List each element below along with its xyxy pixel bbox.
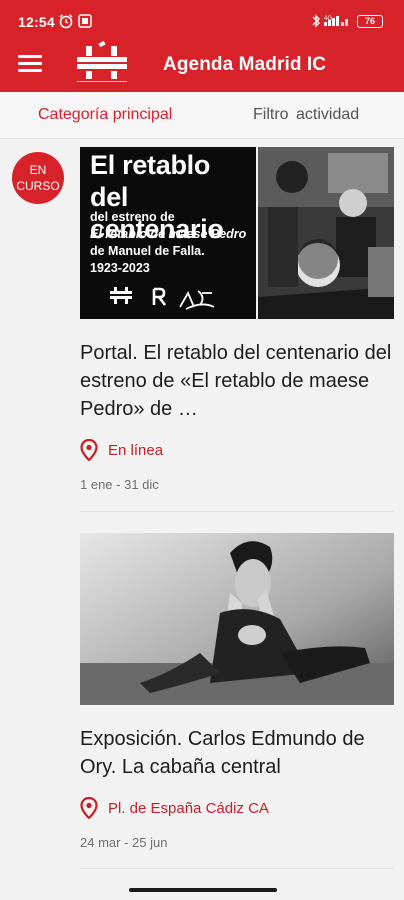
battery-icon: 76 bbox=[357, 15, 383, 28]
event-card[interactable]: Exposición. Carlos Edmundo de Ory. La ca… bbox=[80, 533, 394, 850]
tab-bar: Categoría principal Filtro actividad bbox=[0, 92, 404, 139]
notification-icon bbox=[78, 14, 92, 28]
event-location: En línea bbox=[80, 439, 394, 461]
instituto-cervantes-logo bbox=[77, 40, 127, 82]
event-image[interactable] bbox=[80, 533, 394, 705]
poster-logos bbox=[110, 287, 215, 310]
tab-categoria-principal[interactable]: Categoría principal bbox=[38, 106, 172, 124]
poster-sub-line: El retablo de maese Pedro bbox=[90, 227, 247, 241]
event-date: 1 ene - 31 dic bbox=[80, 477, 159, 492]
poster-title-line: El retablo bbox=[90, 150, 211, 180]
menu-icon-line bbox=[18, 62, 42, 65]
divider bbox=[80, 868, 394, 869]
app-bar: Agenda Madrid IC bbox=[0, 40, 404, 92]
alarm-icon bbox=[59, 14, 73, 29]
event-image[interactable]: El retablo del centenario del estreno de… bbox=[80, 147, 394, 319]
poster-sub-line: 1923-2023 bbox=[90, 261, 150, 275]
location-text: En línea bbox=[108, 442, 164, 459]
event-date: 24 mar - 25 jun bbox=[80, 835, 168, 850]
badge-line2: CURSO bbox=[16, 179, 60, 193]
event-title[interactable]: Exposición. Carlos Edmundo de Ory. La ca… bbox=[80, 725, 394, 781]
poster-panel: El retablo del centenario del estreno de… bbox=[80, 147, 256, 319]
menu-button[interactable] bbox=[18, 52, 42, 76]
status-time: 12:54 bbox=[18, 14, 55, 30]
location-pin-icon bbox=[80, 439, 98, 461]
badge-line1: EN bbox=[29, 163, 47, 177]
tab-filtro-actividad[interactable]: Filtro actividad bbox=[253, 106, 359, 124]
event-title[interactable]: Portal. El retablo del centenario del es… bbox=[80, 339, 394, 423]
battery-level: 76 bbox=[364, 16, 375, 26]
en-curso-badge: EN CURSO bbox=[12, 152, 64, 204]
poster-subtitle: del estreno de El retablo de maese Pedro… bbox=[90, 209, 246, 277]
bluetooth-icon bbox=[312, 14, 320, 28]
location-pin-icon bbox=[80, 797, 98, 819]
signal-icon: 4G bbox=[324, 16, 348, 26]
event-list[interactable]: EN CURSO El retablo del centenario del e… bbox=[0, 139, 404, 900]
event-photo bbox=[80, 533, 394, 705]
poster-sub-line: del estreno de bbox=[90, 210, 175, 224]
poster-photo bbox=[258, 147, 394, 319]
event-card[interactable]: El retablo del centenario del estreno de… bbox=[80, 147, 394, 492]
home-indicator[interactable] bbox=[129, 888, 277, 892]
menu-icon-line bbox=[18, 69, 42, 72]
event-location: Pl. de España Cádiz CA bbox=[80, 797, 394, 819]
app-title: Agenda Madrid IC bbox=[163, 54, 327, 75]
location-text: Pl. de España Cádiz CA bbox=[108, 800, 269, 817]
status-bar: 12:54 4G 76 bbox=[0, 0, 404, 44]
menu-icon-line bbox=[18, 55, 42, 58]
divider bbox=[80, 511, 394, 512]
poster-sub-line: de Manuel de Falla. bbox=[90, 244, 205, 258]
